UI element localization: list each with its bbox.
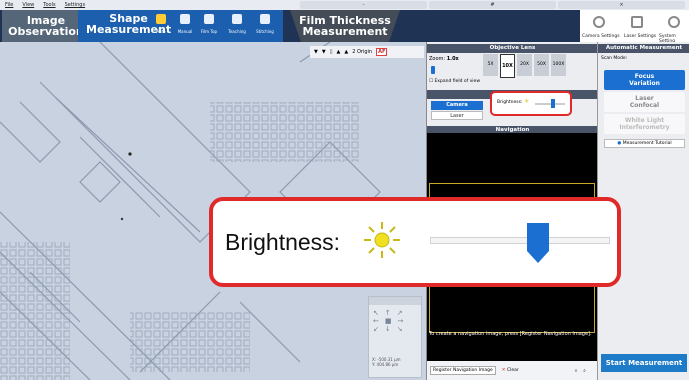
register-navigation-button[interactable]: Register Navigation Image [430, 366, 496, 375]
film-top-tool[interactable]: Film Top [196, 14, 222, 37]
menu-settings[interactable]: Settings [65, 2, 86, 8]
manual-icon [180, 14, 190, 24]
up-arrow-icon-2[interactable]: ▲ [344, 49, 348, 55]
minimize-button[interactable]: - [300, 1, 427, 9]
scan-mode-label: Scan Mode: [601, 56, 628, 61]
brightness-control-small: Brightness: ☀ [490, 91, 572, 116]
expand-field-checkbox[interactable]: ☐ Expand field of view [429, 79, 480, 84]
navigation-hint: To create a navigation image, press [Reg… [429, 331, 592, 337]
menu-view[interactable]: View [22, 2, 34, 8]
down-arrow-icon[interactable]: ▼ [314, 49, 318, 55]
lens-20x[interactable]: 20X [517, 54, 532, 76]
teaching-tool[interactable]: Teaching [224, 14, 250, 37]
laser-settings-label[interactable]: Laser Settings [624, 34, 656, 39]
stitching-icon [260, 14, 270, 24]
auto-tool[interactable]: Auto [148, 14, 174, 37]
stage-arrows[interactable]: ↖↑↗ ←■→ ↙↓↘ [373, 309, 409, 333]
stage-control-header [369, 297, 421, 305]
menu-file[interactable]: File [5, 2, 13, 8]
settings-toolbar: Camera Settings Laser Settings System Se… [580, 10, 689, 44]
brightness-callout: Brightness: [209, 197, 621, 287]
lens-50x[interactable]: 50X [534, 54, 549, 76]
camera-mode-button[interactable]: Camera [431, 101, 483, 110]
tab-image-observation[interactable]: Image Observation [2, 10, 90, 42]
x-icon: ✕ [501, 368, 506, 373]
laser-confocal-button[interactable]: Laser Confocal [604, 92, 685, 112]
laser-mode-button[interactable]: Laser [431, 111, 483, 120]
close-button[interactable]: × [558, 1, 685, 9]
stage-control[interactable]: ↖↑↗ ←■→ ↙↓↘ X: -500.31 µm Y: 404.86 µm [368, 296, 422, 378]
menu-bar: File View Tools Settings - # × [0, 0, 689, 10]
zoom-in-icon[interactable]: ⌕ [575, 368, 578, 374]
menu-tools[interactable]: Tools [43, 2, 55, 8]
stage-coordinates: X: -500.31 µm Y: 404.86 µm [372, 357, 401, 367]
teaching-icon [232, 14, 242, 24]
brightness-thumb-small[interactable] [551, 99, 555, 108]
info-icon: ● [617, 141, 622, 146]
laser-settings-icon[interactable] [631, 16, 643, 28]
origin-button[interactable]: 2 Origin [352, 49, 372, 55]
sun-icon [364, 222, 400, 258]
sun-icon-small: ☀ [524, 98, 530, 105]
brightness-track-small[interactable] [535, 103, 565, 105]
zoom-out-icon[interactable]: ⌕ [583, 368, 586, 374]
maximize-button[interactable]: # [429, 1, 556, 9]
y-value: 404.86 [376, 362, 391, 367]
navigation-toolbar: Register Navigation Image ✕ Clear ⌕ ⌕ [427, 361, 597, 380]
lens-10x[interactable]: 10X [500, 54, 515, 78]
autofocus-button[interactable]: AF [376, 48, 388, 56]
manual-tool[interactable]: Manual [172, 14, 198, 37]
lens-100x[interactable]: 100X [551, 54, 566, 76]
start-measurement-button[interactable]: Start Measurement [601, 354, 687, 372]
down-arrow-icon-2[interactable]: ▼ [322, 49, 326, 55]
up-arrow-icon[interactable]: ▲ [336, 49, 340, 55]
focus-variation-button[interactable]: Focus Variation [604, 70, 685, 90]
tutorial-button[interactable]: ● Measurement Tutorial [604, 139, 685, 148]
viewer-toolbar: ▼ ▼ ▯ ▲ ▲ 2 Origin AF [310, 46, 424, 58]
brightness-label-small: Brightness: [497, 100, 523, 105]
auto-header: Automatic Measurement [598, 44, 689, 53]
zoom-readout: Zoom: 1.0x [429, 56, 459, 62]
brightness-label: Brightness: [225, 229, 341, 255]
lens-5x[interactable]: 5X [483, 54, 498, 76]
lens-selector: 5X 10X 20X 50X 100X [483, 54, 566, 78]
auto-icon [156, 14, 166, 24]
stage-icon[interactable]: ▯ [330, 49, 333, 55]
tab-shape-measurement[interactable]: Shape Measurement Auto Manual Film Top T… [78, 10, 283, 42]
brightness-slider-thumb[interactable] [527, 223, 549, 263]
zoom-slider[interactable] [431, 66, 435, 74]
brightness-slider-track[interactable] [430, 237, 610, 244]
system-setting-icon[interactable] [668, 16, 680, 28]
objective-header: Objective Lens [427, 44, 598, 53]
camera-settings-label[interactable]: Camera Settings [582, 34, 620, 39]
tab-film-thickness[interactable]: Film Thickness Measurement [290, 10, 400, 42]
stitching-tool[interactable]: Stitching [252, 14, 278, 37]
clear-button[interactable]: ✕ Clear [502, 368, 519, 373]
white-light-button[interactable]: White Light Interferometry [604, 114, 685, 134]
camera-settings-icon[interactable] [593, 16, 605, 28]
film-top-icon [204, 14, 214, 24]
